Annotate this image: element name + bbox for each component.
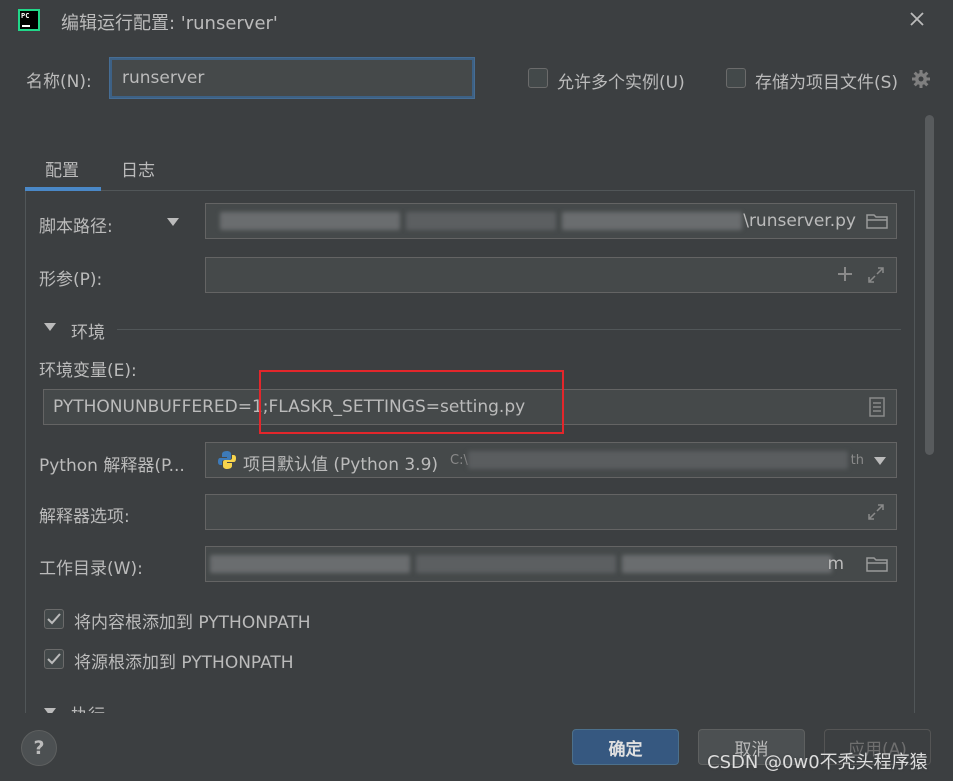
- panel-border-right: [914, 191, 915, 713]
- folder-icon[interactable]: [866, 212, 888, 230]
- interpreter-path-suffix: th: [850, 453, 864, 468]
- annotation-highlight-box: [259, 370, 564, 434]
- redacted-path: [416, 555, 616, 573]
- expand-icon[interactable]: [866, 502, 886, 522]
- tab-separator: [25, 190, 915, 191]
- env-vars-label: 环境变量(E):: [39, 361, 137, 381]
- store-as-project-checkbox[interactable]: [726, 68, 746, 88]
- document-icon[interactable]: [868, 397, 886, 417]
- params-field[interactable]: [205, 257, 897, 293]
- exec-section-label: 执行: [71, 701, 105, 713]
- working-dir-value: m: [827, 554, 844, 574]
- working-dir-label: 工作目录(W):: [39, 559, 143, 579]
- gear-icon[interactable]: [910, 68, 932, 90]
- tab-config[interactable]: 配置: [45, 156, 79, 181]
- working-dir-field[interactable]: m: [205, 546, 897, 582]
- python-icon: [218, 451, 236, 469]
- name-input[interactable]: [110, 58, 474, 98]
- add-source-roots-label: 将源根添加到 PYTHONPATH: [74, 653, 294, 673]
- redacted-path: [622, 555, 832, 573]
- active-tab-indicator: [25, 187, 101, 191]
- close-icon[interactable]: [906, 8, 928, 30]
- checkmark-icon: [47, 613, 61, 625]
- env-section-divider: [117, 329, 901, 330]
- add-content-roots-checkbox[interactable]: [44, 609, 64, 629]
- dialog-title: 编辑运行配置: 'runserver': [61, 13, 278, 34]
- script-path-label: 脚本路径:: [39, 217, 113, 237]
- script-path-field[interactable]: \runserver.py: [205, 203, 897, 239]
- plus-icon[interactable]: [836, 265, 854, 283]
- panel-border-left: [25, 191, 26, 713]
- interpreter-options-field[interactable]: [205, 494, 897, 530]
- add-source-roots-checkbox[interactable]: [44, 649, 64, 669]
- redacted-path: [220, 212, 400, 230]
- checkmark-icon: [47, 653, 61, 665]
- tab-log[interactable]: 日志: [121, 156, 155, 181]
- params-label: 形参(P):: [39, 270, 103, 290]
- allow-multiple-label: 允许多个实例(U): [557, 73, 685, 93]
- add-content-roots-label: 将内容根添加到 PYTHONPATH: [74, 613, 311, 633]
- redacted-path: [210, 555, 410, 573]
- expand-icon[interactable]: [866, 265, 886, 285]
- vertical-scrollbar[interactable]: [925, 115, 934, 455]
- env-section-collapse-icon[interactable]: [44, 323, 56, 331]
- ok-button[interactable]: 确定: [572, 729, 679, 765]
- folder-icon[interactable]: [866, 555, 888, 573]
- watermark: CSDN @0w0不秃头程序猿: [707, 752, 928, 773]
- redacted-path: [468, 451, 848, 469]
- help-button[interactable]: ?: [21, 730, 57, 766]
- interpreter-label: Python 解释器(P...: [39, 456, 185, 476]
- pycharm-app-icon: PC: [18, 9, 40, 31]
- name-label: 名称(N):: [26, 72, 92, 92]
- redacted-path: [406, 212, 556, 230]
- script-path-value: \runserver.py: [743, 211, 856, 231]
- allow-multiple-checkbox[interactable]: [528, 68, 548, 88]
- store-as-project-label: 存储为项目文件(S): [755, 73, 899, 93]
- redacted-path: [562, 212, 742, 230]
- chevron-down-icon[interactable]: [874, 457, 886, 465]
- interpreter-select[interactable]: 项目默认值 (Python 3.9) C:\ th: [205, 442, 897, 478]
- interpreter-value: 项目默认值 (Python 3.9): [243, 455, 439, 475]
- app-icon-text: PC: [21, 12, 30, 20]
- interpreter-options-label: 解释器选项:: [39, 507, 130, 527]
- script-type-dropdown-icon[interactable]: [167, 218, 179, 226]
- env-section-label: 环境: [71, 323, 105, 343]
- interpreter-path-prefix: C:\: [450, 453, 468, 468]
